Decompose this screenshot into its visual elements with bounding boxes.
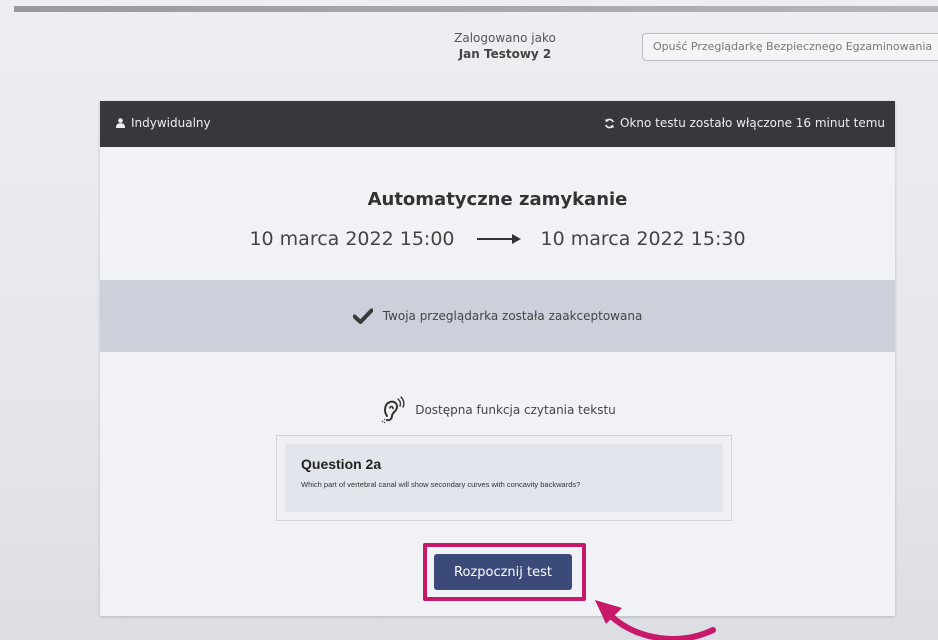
question-title: Question 2a	[301, 456, 382, 472]
screen-top-edge	[14, 6, 938, 12]
question-preview-content: Question 2a Which part of vertebral cana…	[285, 444, 723, 512]
test-date-range: 10 marca 2022 15:00 10 marca 2022 15:30	[100, 228, 895, 250]
browser-accepted-status: Twoja przeglądarka została zaakceptowana	[100, 280, 895, 352]
logged-in-label: Zalogowano jako	[454, 31, 556, 45]
closing-title: Automatyczne zamykanie	[367, 189, 628, 210]
test-mode: Indywidualny	[116, 116, 211, 130]
user-icon	[116, 118, 125, 128]
curved-pointer-arrow	[595, 600, 716, 640]
refresh-icon	[604, 118, 615, 128]
start-button-highlight	[423, 543, 586, 601]
user-name: Jan Testowy 2	[458, 47, 552, 61]
test-window-status: Okno testu zostało włączone 16 minut tem…	[604, 116, 885, 130]
test-start-card: Indywidualny Okno testu zostało włączone…	[100, 101, 895, 616]
end-date: 10 marca 2022 15:30	[540, 228, 746, 250]
arrow-right-icon	[476, 234, 521, 244]
exit-secure-browser-button[interactable]: Opuść Przeglądarkę Bezpiecznego Egzamino…	[642, 33, 938, 61]
card-header: Indywidualny Okno testu zostało włączone…	[100, 101, 895, 147]
checkmark-icon	[352, 308, 373, 324]
text-reader-icon	[381, 396, 405, 424]
closing-section: Automatyczne zamykanie 10 marca 2022 15:…	[100, 147, 895, 280]
start-date: 10 marca 2022 15:00	[249, 228, 455, 250]
test-window-status-text: Okno testu zostało włączone 16 minut tem…	[620, 116, 885, 130]
exam-browser-screen: Zalogowano jako Jan Testowy 2 Opuść Prze…	[0, 0, 938, 640]
text-reader-availability: Dostępna funkcja czytania tekstu	[100, 396, 895, 424]
test-mode-label: Indywidualny	[131, 116, 211, 130]
text-reader-label: Dostępna funkcja czytania tekstu	[415, 403, 616, 417]
question-text: Which part of vertebral canal will show …	[301, 480, 581, 489]
browser-status-text: Twoja przeglądarka została zaakceptowana	[382, 309, 643, 323]
question-preview: Question 2a Which part of vertebral cana…	[276, 435, 732, 521]
logged-in-info: Zalogowano jako Jan Testowy 2	[420, 30, 590, 62]
